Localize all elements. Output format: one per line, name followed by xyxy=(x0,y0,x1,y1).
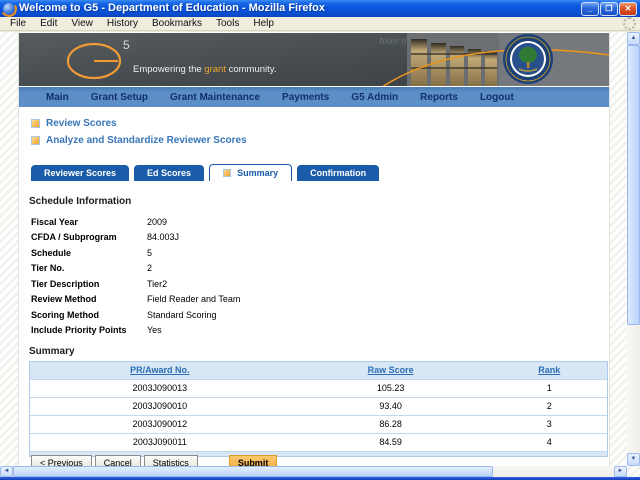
cell-pr-award-no: 2003J090012 xyxy=(30,416,290,433)
cell-rank: 4 xyxy=(492,434,607,451)
menu-help[interactable]: Help xyxy=(246,17,281,30)
field-value: 2 xyxy=(129,263,240,273)
department-of-education-seal xyxy=(503,34,553,84)
menu-view[interactable]: View xyxy=(64,17,100,30)
vertical-scrollbar[interactable]: ▲ ▼ xyxy=(627,32,640,466)
field-value: Field Reader and Team xyxy=(129,294,240,304)
cell-rank: 2 xyxy=(492,398,607,415)
column-header-pr-award-no[interactable]: PR/Award No. xyxy=(30,362,290,379)
horizontal-scrollbar[interactable]: ◄ ► xyxy=(0,466,627,477)
tab-square-icon xyxy=(223,169,231,177)
column-header-raw-score[interactable]: Raw Score xyxy=(290,362,492,379)
schedule-info-heading: Schedule Information xyxy=(29,196,131,207)
throbber-icon xyxy=(623,17,636,30)
tab-reviewer-scores[interactable]: Reviewer Scores xyxy=(31,165,129,181)
cell-rank: 3 xyxy=(492,416,607,433)
field-value: 5 xyxy=(129,248,240,258)
cell-pr-award-no: 2003J090010 xyxy=(30,398,290,415)
field-label: Review Method xyxy=(31,294,129,304)
page-content: T(k)(t)=∫ƒ(x)dx xyxy=(18,32,610,466)
main-nav-bar: Main Grant Setup Grant Maintenance Payme… xyxy=(19,87,609,107)
menu-file[interactable]: File xyxy=(3,17,33,30)
menu-history[interactable]: History xyxy=(100,17,145,30)
vertical-scrollbar-thumb[interactable] xyxy=(627,45,640,325)
banner-graphic: T(k)(t)=∫ƒ(x)dx xyxy=(19,33,609,86)
minimize-button[interactable]: _ xyxy=(581,2,599,16)
tab-label: Confirmation xyxy=(310,168,366,178)
menu-edit[interactable]: Edit xyxy=(33,17,64,30)
tab-bar: Reviewer Scores Ed Scores Summary Confir… xyxy=(31,164,379,181)
field-label: Schedule xyxy=(31,248,129,258)
tab-summary[interactable]: Summary xyxy=(209,164,292,181)
cell-raw-score: 84.59 xyxy=(290,434,492,451)
table-row: 2003J090013 105.23 1 xyxy=(30,379,607,397)
menu-tools[interactable]: Tools xyxy=(209,17,246,30)
cell-raw-score: 93.40 xyxy=(290,398,492,415)
field-label: Scoring Method xyxy=(31,310,129,320)
banner-tagline: Empowering the grant community. xyxy=(133,64,276,75)
g5-banner: T(k)(t)=∫ƒ(x)dx xyxy=(19,33,609,86)
tab-label: Ed Scores xyxy=(147,168,191,178)
table-header-row: PR/Award No. Raw Score Rank xyxy=(30,362,607,379)
breadcrumb-analyze-standardize[interactable]: Analyze and Standardize Reviewer Scores xyxy=(31,134,247,146)
page-background: T(k)(t)=∫ƒ(x)dx xyxy=(0,32,627,466)
field-value: Yes xyxy=(129,325,240,335)
scroll-down-icon[interactable]: ▼ xyxy=(627,453,640,466)
field-label: Tier No. xyxy=(31,263,129,273)
firefox-icon xyxy=(3,3,15,15)
column-header-rank[interactable]: Rank xyxy=(492,362,607,379)
cell-pr-award-no: 2003J090013 xyxy=(30,380,290,397)
scroll-up-icon[interactable]: ▲ xyxy=(627,32,640,45)
table-row: 2003J090010 93.40 2 xyxy=(30,397,607,415)
menu-bar: File Edit View History Bookmarks Tools H… xyxy=(0,17,640,31)
nav-main[interactable]: Main xyxy=(35,92,80,103)
horizontal-scrollbar-thumb[interactable] xyxy=(13,466,493,477)
summary-table: PR/Award No. Raw Score Rank 2003J090013 … xyxy=(29,361,608,457)
tab-ed-scores[interactable]: Ed Scores xyxy=(134,165,204,181)
field-value: 84.003J xyxy=(129,232,240,242)
field-label: CFDA / Subprogram xyxy=(31,232,129,242)
summary-heading: Summary xyxy=(29,346,75,357)
scroll-right-icon[interactable]: ► xyxy=(614,466,627,477)
svg-text:5: 5 xyxy=(123,38,130,52)
nav-logout[interactable]: Logout xyxy=(469,92,525,103)
cell-rank: 1 xyxy=(492,380,607,397)
tab-confirmation[interactable]: Confirmation xyxy=(297,165,379,181)
cell-raw-score: 105.23 xyxy=(290,380,492,397)
breadcrumb-review-scores[interactable]: Review Scores xyxy=(31,117,117,129)
window-title: Welcome to G5 - Department of Education … xyxy=(19,0,580,17)
field-label: Fiscal Year xyxy=(31,217,129,227)
cell-raw-score: 86.28 xyxy=(290,416,492,433)
close-button[interactable]: ✕ xyxy=(619,2,637,16)
table-row: 2003J090012 86.28 3 xyxy=(30,415,607,433)
field-label: Tier Description xyxy=(31,279,129,289)
bullet-square-icon xyxy=(31,136,40,145)
cell-pr-award-no: 2003J090011 xyxy=(30,434,290,451)
nav-grant-maintenance[interactable]: Grant Maintenance xyxy=(159,92,271,103)
bullet-square-icon xyxy=(31,119,40,128)
field-value: Tier2 xyxy=(129,279,240,289)
restore-button[interactable]: ❐ xyxy=(600,2,618,16)
nav-grant-setup[interactable]: Grant Setup xyxy=(80,92,159,103)
nav-g5-admin[interactable]: G5 Admin xyxy=(340,92,409,103)
nav-payments[interactable]: Payments xyxy=(271,92,340,103)
tab-label: Summary xyxy=(237,168,278,178)
field-label: Include Priority Points xyxy=(31,325,129,335)
scroll-left-icon[interactable]: ◄ xyxy=(0,466,13,477)
tab-label: Reviewer Scores xyxy=(44,168,116,178)
field-value: Standard Scoring xyxy=(129,310,240,320)
breadcrumb-label[interactable]: Review Scores xyxy=(46,118,117,129)
field-value: 2009 xyxy=(129,217,240,227)
breadcrumb-label[interactable]: Analyze and Standardize Reviewer Scores xyxy=(46,135,247,146)
menu-bookmarks[interactable]: Bookmarks xyxy=(145,17,209,30)
browser-window: Welcome to G5 - Department of Education … xyxy=(0,0,640,480)
scrollbar-corner xyxy=(627,466,640,477)
title-bar: Welcome to G5 - Department of Education … xyxy=(0,0,640,17)
nav-reports[interactable]: Reports xyxy=(409,92,469,103)
schedule-info-fields: Fiscal Year 2009 CFDA / Subprogram 84.00… xyxy=(31,214,240,338)
table-row: 2003J090011 84.59 4 xyxy=(30,433,607,451)
